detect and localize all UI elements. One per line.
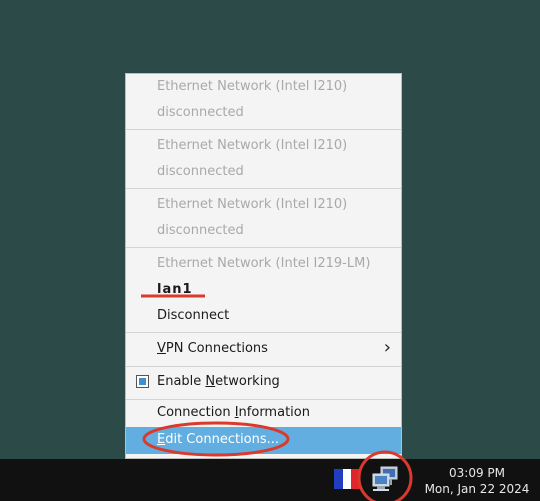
clock[interactable]: 03:09 PM Mon, Jan 22 2024 [418, 465, 536, 497]
active-adapter-name: Ethernet Network (Intel I219-LM) [157, 256, 371, 271]
enable-networking-checkbox[interactable] [136, 375, 149, 388]
adapter-2-name: Ethernet Network (Intel I210) [157, 138, 348, 153]
connection-information-label: Connection Information [157, 405, 310, 420]
network-manager-icon[interactable] [368, 465, 402, 495]
network-menu: Ethernet Network (Intel I210) disconnect… [125, 73, 402, 459]
adapter-2: Ethernet Network (Intel I210) disconnect… [126, 130, 401, 188]
active-adapter: Ethernet Network (Intel I219-LM) lan1 Di… [126, 248, 401, 332]
connection-information-item[interactable]: Connection Information [126, 400, 401, 426]
adapter-1-status: disconnected [157, 105, 244, 120]
adapter-3: Ethernet Network (Intel I210) disconnect… [126, 189, 401, 247]
adapter-1: Ethernet Network (Intel I210) disconnect… [126, 74, 401, 129]
enable-networking-item[interactable]: Enable Networking [126, 367, 401, 399]
edit-connections-label: Edit Connections... [157, 432, 280, 447]
disconnect-item[interactable]: Disconnect [157, 308, 229, 323]
adapter-2-status: disconnected [157, 164, 244, 179]
keyboard-layout-flag-icon[interactable] [334, 469, 360, 489]
taskbar: 03:09 PM Mon, Jan 22 2024 [0, 459, 540, 501]
connection-lan1[interactable]: lan1 [157, 282, 193, 297]
clock-time: 03:09 PM [449, 466, 505, 480]
clock-date: Mon, Jan 22 2024 [424, 482, 530, 496]
adapter-3-name: Ethernet Network (Intel I210) [157, 197, 348, 212]
enable-networking-label: Enable Networking [157, 374, 280, 389]
edit-connections-item[interactable]: Edit Connections... [126, 427, 401, 454]
vpn-connections-label: VPN Connections [157, 341, 268, 356]
chevron-right-icon: › [383, 337, 391, 358]
adapter-3-status: disconnected [157, 223, 244, 238]
adapter-1-name: Ethernet Network (Intel I210) [157, 79, 348, 94]
vpn-connections-item[interactable]: VPN Connections › [126, 333, 401, 366]
